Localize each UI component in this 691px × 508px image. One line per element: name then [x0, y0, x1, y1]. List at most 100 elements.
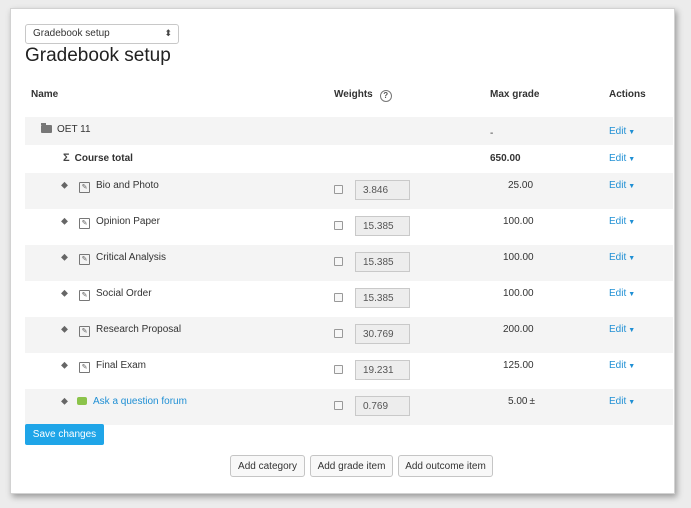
override-checkbox[interactable]: [334, 329, 343, 338]
add-outcome-item-button[interactable]: Add outcome item: [398, 455, 493, 477]
item-max: 25.00: [508, 180, 534, 191]
item-edit-label: Edit: [609, 360, 627, 371]
plus-minus-icon: ±: [529, 396, 535, 407]
weight-input[interactable]: 19.231: [355, 360, 410, 380]
item-edit-menu[interactable]: Edit ▼: [609, 180, 635, 191]
course-total-edit-menu[interactable]: Edit ▼: [609, 153, 635, 164]
item-label: Social Order: [96, 288, 152, 299]
grade-item-row: ⬥ ✎ Critical Analysis 15.385 100.00 Edit ▼: [25, 245, 673, 281]
gradebook-panel: Gradebook setup ⬍ Gradebook setup Name W…: [10, 8, 675, 494]
caret-down-icon: ▼: [628, 129, 636, 136]
item-edit-menu[interactable]: Edit ▼: [609, 216, 635, 227]
item-name: ⬥ ✎ Opinion Paper: [61, 216, 160, 229]
course-total-name: Σ Course total: [63, 152, 133, 164]
report-selector[interactable]: Gradebook setup ⬍: [25, 24, 179, 44]
header-actions: Actions: [609, 89, 646, 100]
grade-item-row: ⬥ ✎ Opinion Paper 15.385 100.00 Edit ▼: [25, 209, 673, 245]
page-title: Gradebook setup: [25, 45, 171, 66]
caret-down-icon: ▼: [628, 255, 636, 262]
header-max-grade: Max grade: [490, 89, 540, 100]
select-arrow-icon: ⬍: [164, 28, 172, 38]
category-max: -: [490, 128, 494, 139]
move-icon[interactable]: ⬥: [61, 252, 73, 263]
grade-item-row: ⬥ ✎ Final Exam 19.231 125.00 Edit ▼: [25, 353, 673, 389]
move-icon[interactable]: ⬥: [61, 216, 73, 227]
item-name: ⬥ ✎ Social Order: [61, 288, 152, 301]
forum-icon: [77, 397, 87, 405]
item-name: ⬥ ✎ Final Exam: [61, 360, 146, 373]
caret-down-icon: ▼: [628, 219, 636, 226]
item-name: ⬥ ✎ Research Proposal: [61, 324, 181, 337]
assignment-icon: ✎: [79, 254, 90, 265]
weight-input[interactable]: 15.385: [355, 216, 410, 236]
caret-down-icon: ▼: [628, 327, 636, 334]
grade-item-row: ⬥ ✎ Bio and Photo 3.846 25.00 Edit ▼: [25, 173, 673, 209]
weight-input[interactable]: 15.385: [355, 288, 410, 308]
override-checkbox[interactable]: [334, 257, 343, 266]
course-total-max: 650.00: [490, 153, 521, 164]
item-label: Critical Analysis: [96, 252, 167, 263]
add-category-button[interactable]: Add category: [230, 455, 305, 477]
category-label: OET 11: [57, 124, 91, 135]
item-edit-label: Edit: [609, 216, 627, 227]
grade-item-row: ⬥ ✎ Social Order 15.385 100.00 Edit ▼: [25, 281, 673, 317]
item-max: 5.00 ±: [508, 396, 535, 407]
header-name: Name: [31, 89, 59, 100]
move-icon[interactable]: ⬥: [61, 180, 73, 191]
grade-item-row: ⬥ ✎ Research Proposal 30.769 200.00 Edit ▼: [25, 317, 673, 353]
item-max: 100.00: [503, 216, 534, 227]
help-icon[interactable]: ?: [379, 90, 392, 102]
sigma-icon: Σ: [63, 152, 70, 164]
item-edit-menu[interactable]: Edit ▼: [609, 396, 635, 407]
assignment-icon: ✎: [79, 290, 90, 301]
item-label: Bio and Photo: [96, 180, 159, 191]
weight-input[interactable]: 15.385: [355, 252, 410, 272]
item-edit-menu[interactable]: Edit ▼: [609, 252, 635, 263]
folder-icon: [41, 123, 52, 133]
item-edit-menu[interactable]: Edit ▼: [609, 288, 635, 299]
item-edit-label: Edit: [609, 180, 627, 191]
item-label: Opinion Paper: [96, 216, 160, 227]
course-total-label: Course total: [74, 153, 133, 164]
item-max: 100.00: [503, 288, 534, 299]
item-edit-label: Edit: [609, 252, 627, 263]
save-changes-button[interactable]: Save changes: [25, 424, 104, 445]
item-max: 100.00: [503, 252, 534, 263]
grade-item-row: ⬥ Ask a question forum 0.769 5.00 ± Edit ▼: [25, 389, 673, 425]
item-max-value: 5.00: [508, 396, 528, 407]
move-icon[interactable]: ⬥: [61, 360, 73, 371]
caret-down-icon: ▼: [628, 156, 636, 163]
course-total-edit-label: Edit: [609, 153, 627, 164]
item-link[interactable]: Ask a question forum: [93, 396, 187, 407]
report-selector-value: Gradebook setup: [33, 28, 110, 39]
override-checkbox[interactable]: [334, 185, 343, 194]
item-edit-label: Edit: [609, 288, 627, 299]
move-icon[interactable]: ⬥: [61, 324, 73, 335]
category-name: OET 11: [41, 123, 91, 135]
move-icon[interactable]: ⬥: [61, 396, 73, 407]
caret-down-icon: ▼: [628, 363, 636, 370]
override-checkbox[interactable]: [334, 221, 343, 230]
category-edit-menu[interactable]: Edit ▼: [609, 126, 635, 137]
header-weights: Weights?: [334, 89, 392, 102]
item-label: Research Proposal: [96, 324, 182, 335]
item-name: ⬥ Ask a question forum: [61, 396, 187, 407]
weight-input[interactable]: 30.769: [355, 324, 410, 344]
weight-input[interactable]: 0.769: [355, 396, 410, 416]
item-edit-menu[interactable]: Edit ▼: [609, 324, 635, 335]
table-header: Name Weights? Max grade Actions: [25, 89, 673, 109]
item-edit-label: Edit: [609, 324, 627, 335]
item-name: ⬥ ✎ Critical Analysis: [61, 252, 166, 265]
add-grade-item-button[interactable]: Add grade item: [310, 455, 393, 477]
item-max: 200.00: [503, 324, 534, 335]
override-checkbox[interactable]: [334, 401, 343, 410]
weight-input[interactable]: 3.846: [355, 180, 410, 200]
header-weights-label: Weights: [334, 89, 373, 100]
move-icon[interactable]: ⬥: [61, 288, 73, 299]
item-edit-menu[interactable]: Edit ▼: [609, 360, 635, 371]
override-checkbox[interactable]: [334, 293, 343, 302]
item-name: ⬥ ✎ Bio and Photo: [61, 180, 159, 193]
assignment-icon: ✎: [79, 218, 90, 229]
override-checkbox[interactable]: [334, 365, 343, 374]
category-edit-label: Edit: [609, 126, 627, 137]
